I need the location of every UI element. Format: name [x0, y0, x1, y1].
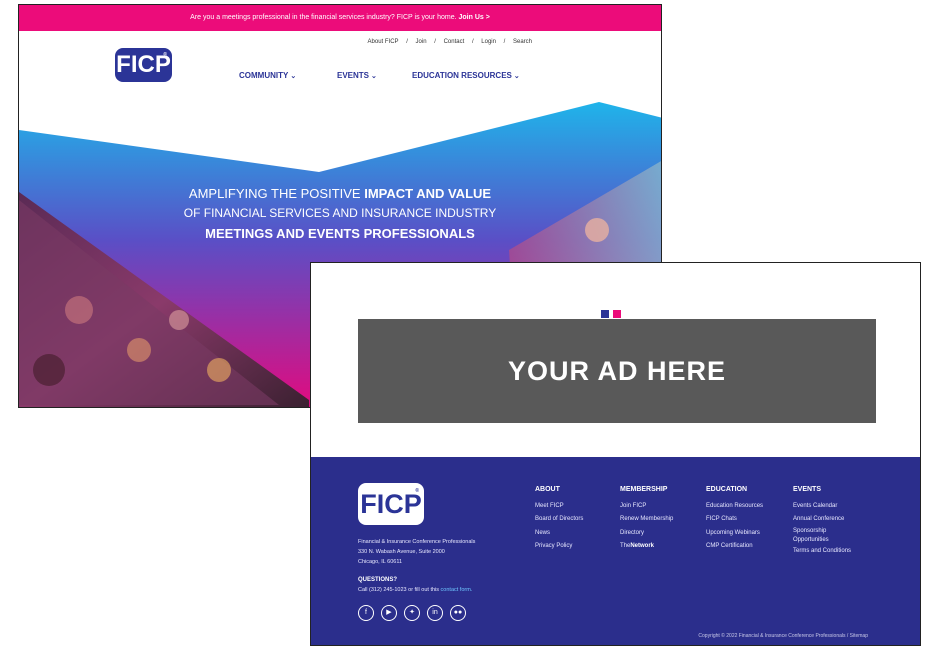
footer-ficp-logo[interactable]: FICP ®: [358, 483, 424, 525]
footer-link[interactable]: Privacy Policy: [535, 540, 583, 554]
hero-line-3: MEETINGS AND EVENTS PROFESSIONALS: [205, 226, 475, 241]
util-about-link[interactable]: About FICP: [368, 39, 399, 45]
chevron-down-icon: ⌄: [513, 73, 520, 80]
footer-link[interactable]: Board of Directors: [535, 513, 583, 527]
social-links: f ▶ ✦ in ●●: [358, 605, 473, 623]
footer-link[interactable]: CMP Certification: [706, 540, 763, 554]
footer-link[interactable]: Education Resources: [706, 500, 763, 514]
ficp-logo[interactable]: FICP ®: [115, 48, 172, 82]
footer-col-membership: MEMBERSHIP Join FICP Renew Membership Di…: [620, 483, 673, 554]
util-join-link[interactable]: Join: [416, 39, 427, 45]
utility-nav: About FICP / Join / Contact / Login / Se…: [365, 39, 535, 45]
ad-label: YOUR AD HERE: [507, 355, 727, 386]
hero-line-2: OF FINANCIAL SERVICES AND INSURANCE INDU…: [183, 206, 497, 220]
util-separator: /: [434, 39, 436, 45]
join-us-link[interactable]: Join Us >: [459, 14, 490, 21]
site-footer: FICP ® Financial & Insurance Conference …: [311, 457, 920, 645]
util-search-link[interactable]: Search: [513, 39, 532, 45]
announcement-text: Are you a meetings professional in the f…: [190, 14, 457, 21]
copyright-text: Copyright © 2022 Financial & Insurance C…: [698, 633, 868, 639]
footer-link[interactable]: Meet FICP: [535, 500, 583, 514]
announcement-bar: Are you a meetings professional in the f…: [19, 5, 661, 31]
footer-logo-text: FICP: [360, 488, 422, 519]
chevron-down-icon: ⌄: [290, 73, 297, 80]
util-contact-link[interactable]: Contact: [444, 39, 465, 45]
util-separator: /: [406, 39, 408, 45]
footer-link[interactable]: Join FICP: [620, 500, 673, 514]
chevron-down-icon: ⌄: [371, 73, 377, 80]
footer-link[interactable]: Renew Membership: [620, 513, 673, 527]
footer-col-education: EDUCATION Education Resources FICP Chats…: [706, 483, 763, 554]
nav-education-label: EDUCATION RESOURCES: [412, 71, 512, 80]
util-separator: /: [471, 39, 474, 45]
contact-form-link[interactable]: contact form.: [441, 587, 473, 593]
registered-icon: ®: [415, 488, 419, 494]
questions-text: Call (312) 245-1023 or fill out this con…: [358, 587, 473, 593]
pink-square-icon: [613, 310, 621, 318]
footer-link[interactable]: Directory: [620, 527, 673, 541]
col-events-heading: EVENTS: [793, 486, 822, 493]
flickr-icon[interactable]: ●●: [450, 605, 466, 621]
footer-link[interactable]: Upcoming Webinars: [706, 527, 763, 541]
ad-footer-screenshot: YOUR AD HERE FICP ® Financial & Insuranc…: [310, 262, 921, 646]
col-education-heading: EDUCATION: [706, 486, 748, 493]
footer-col-events: EVENTS Events Calendar Annual Conference…: [793, 483, 851, 558]
footer-link-the-network[interactable]: TheNetwork: [620, 540, 673, 554]
nav-education-resources[interactable]: EDUCATION RESOURCES ⌄: [412, 71, 520, 80]
youtube-icon[interactable]: ▶: [381, 605, 397, 621]
col-about-heading: ABOUT: [535, 486, 560, 493]
util-login-link[interactable]: Login: [481, 39, 496, 45]
footer-address: Financial & Insurance Conference Profess…: [358, 539, 476, 565]
twitter-icon[interactable]: ✦: [404, 605, 420, 621]
footer-link[interactable]: Terms and Conditions: [793, 545, 851, 559]
footer-link[interactable]: News: [535, 527, 583, 541]
footer-link-sponsorship[interactable]: Sponsorship Opportunities: [793, 527, 851, 545]
linkedin-icon[interactable]: in: [427, 605, 443, 621]
nav-events-label: EVENTS: [337, 71, 370, 80]
footer-link[interactable]: FICP Chats: [706, 513, 763, 527]
blue-square-icon: [601, 310, 609, 318]
col-membership-heading: MEMBERSHIP: [620, 486, 668, 493]
footer-link[interactable]: Events Calendar: [793, 500, 851, 514]
footer-link[interactable]: Annual Conference: [793, 513, 851, 527]
footer-col-about: ABOUT Meet FICP Board of Directors News …: [535, 483, 583, 554]
facebook-icon[interactable]: f: [358, 605, 374, 621]
registered-icon: ®: [163, 52, 167, 58]
nav-community[interactable]: COMMUNITY ⌄: [239, 71, 296, 80]
nav-events[interactable]: EVENTS ⌄: [337, 71, 377, 80]
hero-line-1: AMPLIFYING THE POSITIVE IMPACT AND VALUE: [188, 186, 492, 201]
util-separator: /: [503, 39, 506, 45]
ad-placeholder[interactable]: YOUR AD HERE: [358, 319, 876, 423]
questions-heading: QUESTIONS?: [358, 577, 398, 583]
nav-community-label: COMMUNITY: [239, 71, 289, 80]
